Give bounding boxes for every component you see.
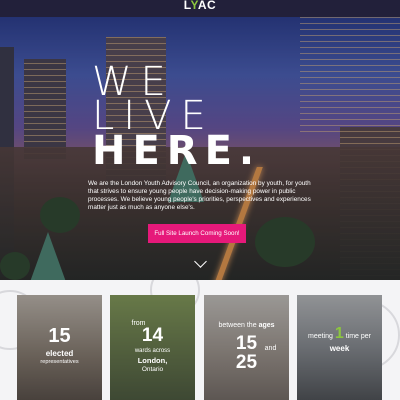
stat-number: 15: [48, 325, 71, 347]
stat-number-b: 25: [235, 352, 258, 373]
stat-label: week: [329, 344, 350, 353]
stat-prefix: between the ages: [204, 322, 289, 329]
stat-card-meetings[interactable]: meeting 1 time per week: [297, 295, 382, 400]
stat-label: elected: [45, 349, 74, 358]
hero-intro-text: We are the London Youth Advisory Council…: [88, 180, 311, 211]
stat-card-ages[interactable]: between the ages 15 and 25: [204, 295, 289, 400]
stat-number: 1: [334, 325, 344, 342]
logo-text-suffix: AC: [197, 0, 217, 12]
stat-card-representatives[interactable]: 15 elected representatives: [17, 295, 102, 400]
headline-here: HERE.: [92, 128, 262, 174]
stat-prefix: meeting: [307, 333, 333, 340]
stat-label: London,: [137, 356, 168, 365]
stat-label: representatives: [40, 359, 79, 365]
hero-headline: WE LIVE HERE.: [92, 62, 262, 174]
stat-joiner: and: [264, 345, 277, 352]
logo-accent-text: Y: [190, 0, 198, 12]
stat-card-wards[interactable]: from 14 wards across London, Ontario: [110, 295, 195, 400]
hero-section: WE LIVE HERE. We are the London Youth Ad…: [0, 17, 400, 280]
stat-suffix: time per: [345, 333, 371, 340]
stat-number: 14: [141, 325, 164, 346]
stat-label: Ontario: [141, 366, 164, 373]
launch-cta-button[interactable]: Full Site Launch Coming Soon!: [148, 224, 246, 243]
stat-prefix-bold: ages: [258, 322, 275, 329]
site-logo[interactable]: LYAC: [0, 0, 400, 17]
stat-label: wards across: [134, 348, 171, 354]
stat-prefix-text: between the: [218, 322, 257, 329]
stat-line: meeting 1 time per: [297, 325, 382, 343]
